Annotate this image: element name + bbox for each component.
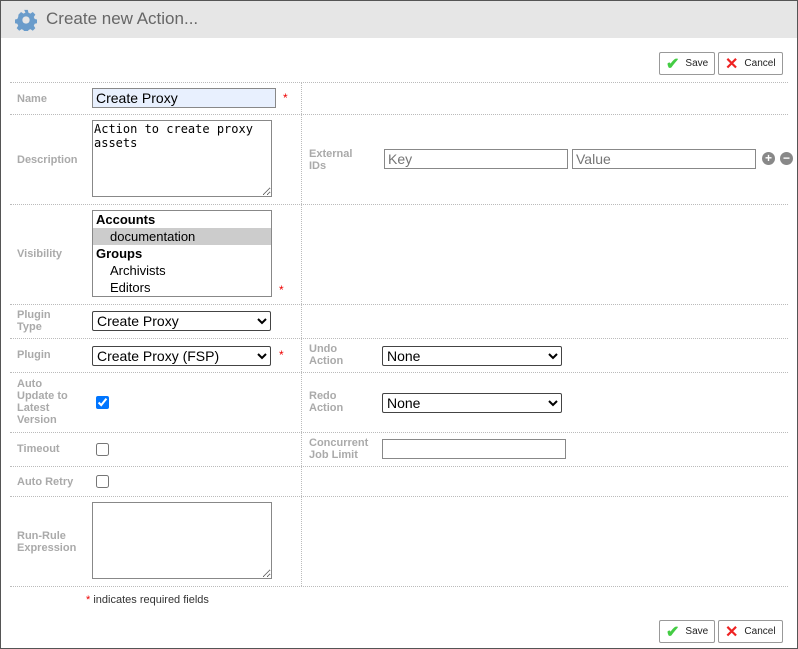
timeout-label: Timeout	[17, 443, 60, 455]
cancel-button-bottom[interactable]: ✕ Cancel	[718, 620, 783, 643]
save-button[interactable]: ✔ Save	[659, 52, 716, 75]
undo-action-select[interactable]: None	[382, 346, 562, 366]
plugin-label: Plugin	[17, 349, 51, 361]
divider	[10, 114, 788, 115]
remove-icon[interactable]: −	[780, 152, 793, 165]
column-divider	[301, 82, 302, 586]
close-icon: ✕	[725, 55, 739, 73]
save-label: Save	[685, 58, 709, 69]
redo-action-label: Redo Action	[309, 390, 344, 414]
save-label: Save	[685, 626, 709, 637]
save-button-bottom[interactable]: ✔ Save	[659, 620, 716, 643]
divider	[10, 338, 788, 339]
dialog-header: Create new Action...	[1, 1, 797, 38]
list-option[interactable]: Archivists	[93, 262, 271, 279]
divider	[10, 586, 788, 587]
concurrent-job-limit-label: Concurrent Job Limit	[309, 437, 369, 461]
gear-icon	[15, 9, 37, 31]
external-ids-label: External IDs	[309, 148, 353, 172]
divider	[10, 466, 788, 467]
cancel-label: Cancel	[744, 58, 776, 69]
auto-update-label: Auto Update to Latest Version	[17, 378, 68, 426]
run-rule-textarea[interactable]	[92, 502, 272, 579]
redo-action-select[interactable]: None	[382, 393, 562, 413]
required-note-text: indicates required fields	[93, 594, 209, 606]
plugin-type-select[interactable]: Create Proxy	[92, 311, 271, 331]
required-note: * indicates required fields	[86, 594, 209, 606]
external-id-value-input[interactable]	[572, 149, 756, 169]
option-group: Groups	[96, 246, 143, 261]
description-label: Description	[17, 154, 78, 166]
required-star: *	[283, 91, 288, 105]
plugin-select[interactable]: Create Proxy (FSP)	[92, 346, 271, 366]
cancel-button[interactable]: ✕ Cancel	[718, 52, 783, 75]
name-input[interactable]	[92, 88, 276, 108]
divider	[10, 496, 788, 497]
required-star: *	[86, 594, 91, 606]
divider	[10, 432, 788, 433]
visibility-listbox[interactable]: Accounts documentation Groups Archivists…	[92, 210, 272, 297]
list-option[interactable]: Editors	[93, 279, 271, 296]
undo-action-label: Undo Action	[309, 343, 344, 367]
auto-update-checkbox[interactable]	[96, 396, 109, 409]
description-textarea[interactable]: Action to create proxy assets	[92, 120, 272, 197]
check-icon: ✔	[666, 55, 680, 73]
close-icon: ✕	[725, 623, 739, 641]
divider	[10, 82, 788, 83]
divider	[10, 204, 788, 205]
auto-retry-label: Auto Retry	[17, 476, 74, 488]
cancel-label: Cancel	[744, 626, 776, 637]
divider	[10, 372, 788, 373]
list-option[interactable]: documentation	[93, 228, 271, 245]
auto-retry-checkbox[interactable]	[96, 475, 109, 488]
divider	[10, 304, 788, 305]
required-star: *	[279, 348, 284, 362]
timeout-checkbox[interactable]	[96, 443, 109, 456]
add-icon[interactable]: +	[762, 152, 775, 165]
required-star: *	[279, 283, 284, 297]
run-rule-label: Run-Rule Expression	[17, 530, 77, 554]
plugin-type-label: Plugin Type	[17, 309, 51, 333]
dialog-title: Create new Action...	[46, 9, 199, 28]
concurrent-job-limit-input[interactable]	[382, 439, 566, 459]
check-icon: ✔	[666, 623, 680, 641]
name-label: Name	[17, 93, 47, 105]
option-group: Accounts	[96, 212, 156, 227]
external-id-key-input[interactable]	[384, 149, 568, 169]
visibility-label: Visibility	[17, 248, 63, 260]
